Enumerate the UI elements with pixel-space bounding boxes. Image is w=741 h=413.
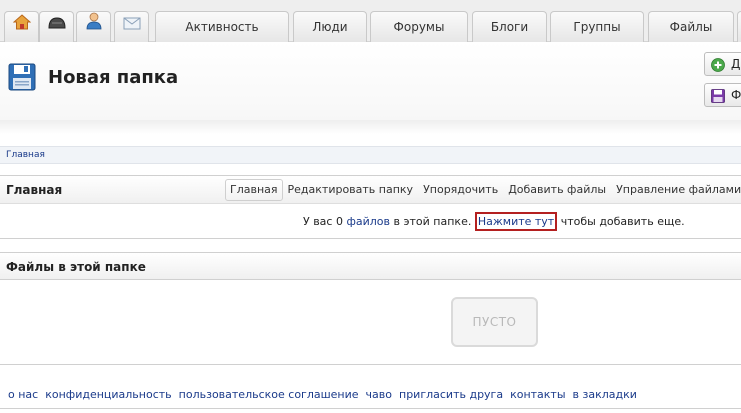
folder-empty-message: У вас 0 файлов в этой папке. Нажмите тут… — [303, 212, 685, 231]
tab-label: Форумы — [393, 20, 445, 34]
footer-divider — [0, 408, 741, 409]
tab-home[interactable] — [4, 11, 39, 42]
tab-profile[interactable] — [76, 11, 111, 42]
message-prefix: У вас 0 — [303, 215, 347, 228]
top-tab-bar: Активность Люди Форумы Блоги Группы Файл… — [0, 0, 741, 42]
footer-links: о нас конфиденциальность пользовательское … — [8, 388, 644, 401]
add-button-label: Д — [731, 57, 741, 71]
footer-link-invite[interactable]: пригласить друга — [399, 388, 503, 401]
floppy-disk-icon — [711, 88, 725, 103]
tab-people[interactable]: Люди — [293, 11, 367, 42]
files-section-header: Файлы в этой папке — [0, 252, 741, 280]
tab-label: Активность — [185, 20, 259, 34]
mail-icon — [123, 11, 141, 41]
save-button[interactable]: Ф — [704, 83, 741, 107]
user-icon — [86, 11, 102, 41]
tab-label: Люди — [312, 20, 348, 34]
empty-placeholder: ПУСТО — [451, 297, 538, 347]
tab-edit-folder[interactable]: Редактировать папку — [283, 179, 419, 201]
tab-label: Группы — [573, 20, 621, 34]
tab-more[interactable] — [737, 11, 741, 42]
tab-forums[interactable]: Форумы — [370, 11, 468, 42]
footer-link-contacts[interactable]: контакты — [510, 388, 565, 401]
tab-main[interactable]: Главная — [225, 179, 283, 201]
footer-link-faq[interactable]: чаво — [366, 388, 392, 401]
header-divider — [0, 120, 741, 134]
helmet-icon — [47, 11, 67, 41]
breadcrumb-bar: Главная — [0, 146, 741, 164]
footer-link-bookmark[interactable]: в закладки — [573, 388, 637, 401]
tab-blogs[interactable]: Блоги — [472, 11, 547, 42]
tab-manage-files[interactable]: Управление файлами — [611, 179, 741, 201]
footer-link-about[interactable]: о нас — [8, 388, 38, 401]
tab-activity[interactable]: Активность — [155, 11, 289, 42]
page-title: Новая папка — [48, 67, 179, 88]
click-here-link[interactable]: Нажмите тут — [474, 212, 558, 231]
footer-link-privacy[interactable]: конфиденциальность — [45, 388, 171, 401]
tab-label: Файлы — [669, 20, 713, 34]
folder-section: Главная Главная Редактировать папку Упоряд… — [0, 175, 741, 239]
floppy-disk-icon — [8, 63, 36, 91]
folder-section-title: Главная — [6, 183, 63, 197]
tab-files[interactable]: Файлы — [648, 11, 734, 42]
folder-section-header: Главная Главная Редактировать папку Упоряд… — [0, 176, 741, 204]
footer-link-terms[interactable]: пользовательское соглашение — [179, 388, 359, 401]
folder-action-tabs: Главная Редактировать папку Упорядочить Доб… — [225, 179, 741, 201]
breadcrumb-home-link[interactable]: Главная — [6, 150, 45, 160]
page-header: Новая папка Д Ф — [0, 42, 741, 120]
files-link[interactable]: файлов — [346, 215, 390, 228]
save-button-label: Ф — [731, 88, 741, 102]
files-section-title: Файлы в этой папке — [6, 260, 146, 274]
tab-groups[interactable]: Группы — [550, 11, 644, 42]
files-section-divider — [0, 364, 741, 365]
message-middle: в этой папке. — [390, 215, 475, 228]
tab-label: Блоги — [490, 20, 529, 34]
tab-messages[interactable] — [114, 11, 149, 42]
add-button[interactable]: Д — [704, 52, 741, 76]
add-circle-icon — [711, 57, 725, 72]
tab-arrange[interactable]: Упорядочить — [418, 179, 503, 201]
home-icon — [12, 11, 31, 41]
message-suffix: чтобы добавить еще. — [557, 215, 685, 228]
tab-helmet[interactable] — [39, 11, 74, 42]
tab-add-files[interactable]: Добавить файлы — [503, 179, 611, 201]
